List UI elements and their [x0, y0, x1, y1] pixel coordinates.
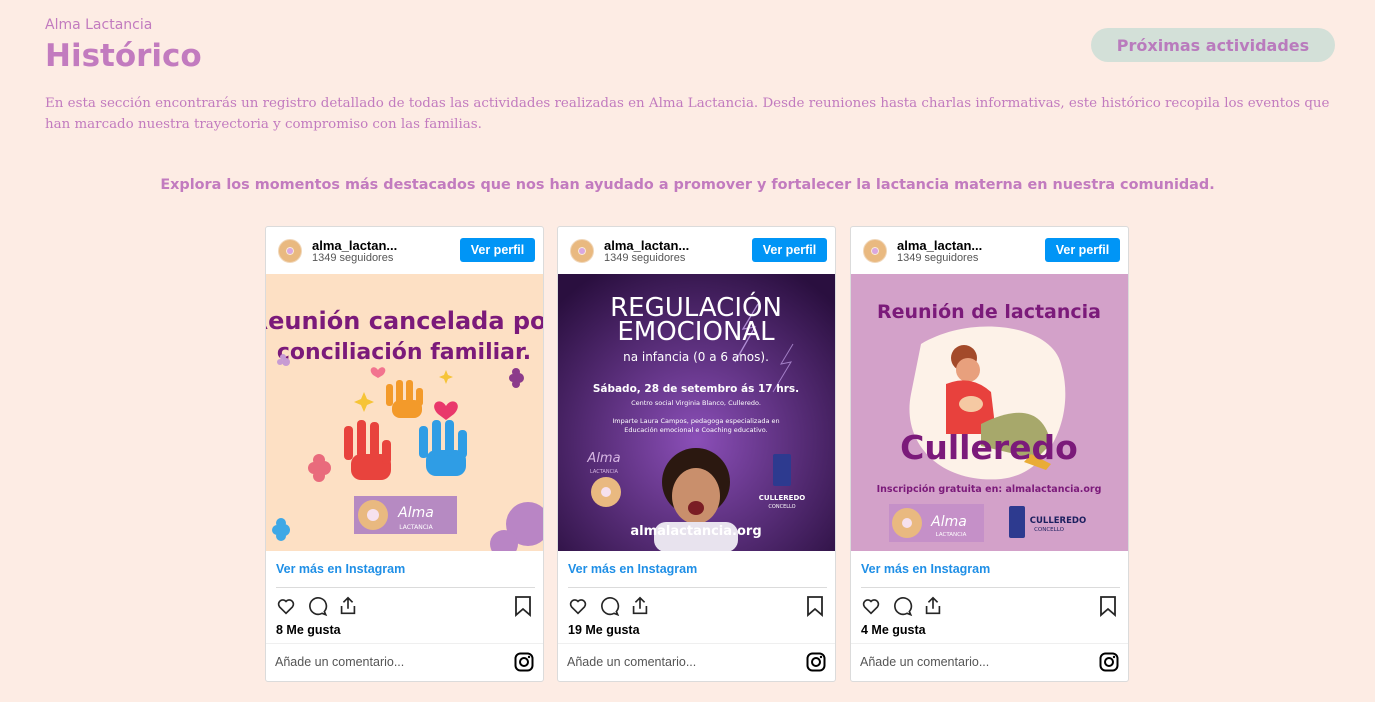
post-image-place: Culleredo [900, 428, 1078, 467]
comment-icon[interactable] [891, 595, 913, 617]
post-followers: 1349 seguidores [897, 252, 979, 264]
view-profile-button[interactable]: Ver perfil [752, 238, 827, 262]
divider [861, 587, 1120, 588]
bookmark-icon[interactable] [513, 595, 533, 617]
post-image-logo-sub: LACTANCIA [590, 469, 619, 475]
post-username[interactable]: alma_lactan... [312, 238, 397, 253]
post-image-council: CULLEREDO [1030, 516, 1086, 526]
heart-icon[interactable] [860, 595, 882, 617]
instagram-post-card: alma_lactan... 1349 seguidores Ver perfi… [265, 226, 544, 682]
bookmark-icon[interactable] [805, 595, 825, 617]
likes-count: 19 Me gusta [568, 623, 640, 637]
page-title: Histórico [45, 38, 202, 74]
post-header: alma_lactan... 1349 seguidores Ver perfi… [558, 227, 835, 274]
instagram-icon[interactable] [514, 652, 534, 672]
divider [568, 587, 827, 588]
post-followers: 1349 seguidores [604, 252, 686, 264]
instagram-icon[interactable] [806, 652, 826, 672]
post-image-signup: Inscripción gratuita en: almalactancia.o… [877, 484, 1102, 495]
divider [558, 643, 835, 644]
post-image-title2: EMOCIONAL [617, 317, 775, 347]
instagram-post-card: alma_lactan... 1349 seguidores Ver perfi… [850, 226, 1129, 682]
divider [266, 643, 543, 644]
post-header: alma_lactan... 1349 seguidores Ver perfi… [266, 227, 543, 274]
comment-icon[interactable] [306, 595, 328, 617]
heart-icon[interactable] [275, 595, 297, 617]
post-image-date: Sábado, 28 de setembro ás 17 hrs. [593, 383, 799, 395]
post-image-place: Centro social Virginia Blanco, Culleredo… [631, 399, 761, 407]
share-icon[interactable] [629, 595, 651, 617]
likes-count: 4 Me gusta [861, 623, 926, 637]
comment-icon[interactable] [598, 595, 620, 617]
share-icon[interactable] [337, 595, 359, 617]
post-image-council-sub: CONCELLO [1034, 527, 1065, 533]
comment-input[interactable]: Añade un comentario... [567, 655, 696, 669]
post-image-logo: Alma [397, 505, 434, 521]
avatar[interactable] [863, 239, 887, 263]
post-image[interactable]: Reunión de lactancia Culleredo Inscripci… [851, 274, 1128, 551]
divider [851, 643, 1128, 644]
bookmark-icon[interactable] [1098, 595, 1118, 617]
post-image-url: almalactancia.org [630, 524, 761, 539]
view-profile-button[interactable]: Ver perfil [1045, 238, 1120, 262]
post-image-speaker1: Imparte Laura Campos, pedagoga especiali… [612, 417, 779, 425]
post-image-line2: conciliación familiar. [277, 340, 531, 365]
post-followers: 1349 seguidores [312, 252, 394, 264]
divider [276, 587, 535, 588]
instagram-post-card: alma_lactan... 1349 seguidores Ver perfi… [557, 226, 836, 682]
post-image-logo-sub: LACTANCIA [936, 532, 967, 538]
share-icon[interactable] [922, 595, 944, 617]
post-image-speaker2: Educación emocional e Coaching educativo… [624, 426, 767, 434]
post-image[interactable]: REGULACIÓN EMOCIONAL na infancia (0 a 6 … [558, 274, 835, 551]
instagram-icon[interactable] [1099, 652, 1119, 672]
view-on-instagram-link[interactable]: Ver más en Instagram [276, 562, 405, 576]
post-username[interactable]: alma_lactan... [897, 238, 982, 253]
likes-count: 8 Me gusta [276, 623, 341, 637]
view-on-instagram-link[interactable]: Ver más en Instagram [861, 562, 990, 576]
avatar[interactable] [278, 239, 302, 263]
post-header: alma_lactan... 1349 seguidores Ver perfi… [851, 227, 1128, 274]
view-on-instagram-link[interactable]: Ver más en Instagram [568, 562, 697, 576]
post-image-council: CULLEREDO [759, 494, 806, 502]
post-image-council-sub: CONCELLO [768, 504, 795, 510]
page-description: En esta sección encontrarás un registro … [45, 96, 1330, 132]
view-profile-button[interactable]: Ver perfil [460, 238, 535, 262]
post-image-logo: Alma [930, 514, 967, 530]
avatar[interactable] [570, 239, 594, 263]
comment-input[interactable]: Añade un comentario... [275, 655, 404, 669]
comment-input[interactable]: Añade un comentario... [860, 655, 989, 669]
post-image[interactable]: Reunión cancelada por conciliación famil… [266, 274, 543, 551]
upcoming-activities-button[interactable]: Próximas actividades [1091, 28, 1335, 62]
post-image-logo-sub: LACTANCIA [399, 524, 433, 531]
post-image-logo: Alma [586, 451, 620, 466]
heart-icon[interactable] [567, 595, 589, 617]
post-image-title: Reunión de lactancia [877, 301, 1101, 323]
section-lead: Explora los momentos más destacados que … [160, 177, 1215, 193]
brand-label: Alma Lactancia [45, 17, 153, 33]
post-username[interactable]: alma_lactan... [604, 238, 689, 253]
post-image-line1: Reunión cancelada por [266, 307, 543, 335]
post-image-subtitle: na infancia (0 a 6 anos). [623, 350, 769, 364]
